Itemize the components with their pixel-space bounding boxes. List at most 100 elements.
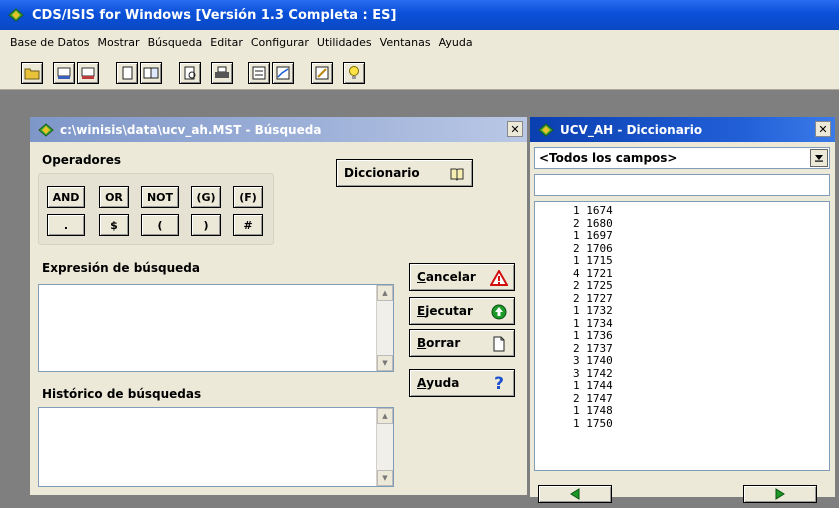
preview-button[interactable] <box>179 62 201 84</box>
cancel-hotkey: C <box>417 270 426 284</box>
scroll-down-icon[interactable]: ▼ <box>377 355 393 371</box>
operator-truncation-button[interactable]: $ <box>99 214 129 236</box>
operator-close-paren-button[interactable]: ) <box>191 214 221 236</box>
operator-not-button[interactable]: NOT <box>141 186 179 208</box>
operator-field-button[interactable]: (F) <box>233 186 263 208</box>
help-tip-button[interactable] <box>343 62 365 84</box>
app-title-bar[interactable]: CDS/ISIS for Windows [Versión 1.3 Comple… <box>0 0 839 30</box>
chart-button[interactable] <box>272 62 294 84</box>
menu-ventanas[interactable]: Ventanas <box>380 36 431 49</box>
term-value: 1734 <box>586 316 613 330</box>
scroll-down-icon[interactable]: ▼ <box>377 470 393 486</box>
menu-mostrar[interactable]: Mostrar <box>98 36 140 49</box>
chevron-down-icon <box>815 155 823 162</box>
close-icon: ✕ <box>818 122 828 136</box>
scroll-up-icon[interactable]: ▲ <box>377 408 393 424</box>
question-icon: ? <box>494 374 504 394</box>
next-page-button[interactable] <box>743 485 817 503</box>
term-value: 1750 <box>586 416 613 430</box>
term-value: 1740 <box>586 354 613 367</box>
dictionary-window: UCV_AH - Diccionario ✕ <Todos los campos… <box>530 117 835 503</box>
term-count: 3 <box>573 354 580 367</box>
dictionary-term-list[interactable]: 1 1674 2 1680 1 1697 2 1706 1 1715 4 1721 2 17… <box>534 201 830 471</box>
lightbulb-icon <box>349 66 359 79</box>
term-value: 1674 <box>586 204 613 217</box>
operator-open-paren-button[interactable]: ( <box>141 214 179 236</box>
dictionary-search-input[interactable] <box>534 174 830 196</box>
operators-label: Operadores <box>42 153 121 167</box>
term-count: 4 <box>573 266 580 280</box>
form-icon <box>252 66 266 80</box>
term-value: 1715 <box>586 254 613 267</box>
expression-scrollbar[interactable]: ▲ ▼ <box>376 285 393 371</box>
warning-icon <box>490 269 508 287</box>
search-history-list[interactable]: ▲ ▼ <box>38 407 394 487</box>
search-window-title: c:\winisis\data\ucv_ah.MST - Búsqueda <box>60 122 322 137</box>
form-button[interactable] <box>248 62 270 84</box>
cancel-button[interactable]: Cancelar <box>409 263 515 291</box>
menu-configurar[interactable]: Configurar <box>251 36 309 49</box>
browse-button[interactable] <box>140 62 162 84</box>
history-scrollbar[interactable]: ▲ ▼ <box>376 408 393 486</box>
menu-utilidades[interactable]: Utilidades <box>317 36 372 49</box>
export-txt-button[interactable] <box>53 62 75 84</box>
term-count: 1 <box>573 416 580 430</box>
page-icon <box>122 66 133 80</box>
export-rtf-button[interactable] <box>77 62 99 84</box>
open-folder-button[interactable] <box>21 62 43 84</box>
term-value: 1737 <box>586 341 613 355</box>
menu-editar[interactable]: Editar <box>210 36 243 49</box>
operator-hash-button[interactable]: # <box>233 214 263 236</box>
term-count: 1 <box>573 316 580 330</box>
edit-button[interactable] <box>311 62 333 84</box>
blank-page-icon <box>490 335 508 353</box>
search-expression-input[interactable]: ▲ ▼ <box>38 284 394 372</box>
clear-button[interactable]: Borrar <box>409 329 515 357</box>
operator-or-button[interactable]: OR <box>99 186 129 208</box>
dictionary-window-close-button[interactable]: ✕ <box>815 121 831 137</box>
dictionary-term-row[interactable]: 1 1750 <box>573 416 829 431</box>
dictionary-window-title: UCV_AH - Diccionario <box>560 122 703 137</box>
cancel-label: ancelar <box>425 270 476 284</box>
help-button[interactable]: Ayuda ? <box>409 369 515 397</box>
arrow-right-icon <box>775 488 785 500</box>
operator-group-button[interactable]: (G) <box>191 186 221 208</box>
field-selector[interactable]: <Todos los campos> <box>534 147 830 169</box>
search-window-title-bar[interactable]: c:\winisis\data\ucv_ah.MST - Búsqueda ✕ <box>30 117 527 142</box>
folder-icon <box>24 68 40 80</box>
term-value: 1727 <box>586 291 613 305</box>
execute-button[interactable]: Ejecutar <box>409 297 515 325</box>
dictionary-window-title-bar[interactable]: UCV_AH - Diccionario ✕ <box>530 117 835 142</box>
clear-hotkey: B <box>417 336 427 350</box>
dictionary-button-label: Diccionario <box>344 166 420 180</box>
records-icon <box>143 67 159 79</box>
display-button[interactable] <box>116 62 138 84</box>
term-value: 1742 <box>586 366 613 380</box>
operator-dot-button[interactable]: . <box>47 214 85 236</box>
menu-ayuda[interactable]: Ayuda <box>439 36 473 49</box>
scroll-up-icon[interactable]: ▲ <box>377 285 393 301</box>
search-window: c:\winisis\data\ucv_ah.MST - Búsqueda ✕ … <box>30 117 527 495</box>
term-count: 1 <box>573 204 580 217</box>
print-button[interactable] <box>211 62 233 84</box>
term-count: 2 <box>573 391 580 405</box>
dictionary-button[interactable]: Diccionario <box>336 159 473 187</box>
term-value: 1725 <box>586 279 613 292</box>
close-icon: ✕ <box>510 122 520 136</box>
txt-icon <box>57 67 71 79</box>
operator-and-button[interactable]: AND <box>47 186 85 208</box>
term-value: 1706 <box>586 241 613 255</box>
previous-page-button[interactable] <box>538 485 612 503</box>
help-label: yuda <box>426 376 460 390</box>
term-count: 1 <box>573 229 580 242</box>
expression-label: Expresión de búsqueda <box>42 261 200 275</box>
term-value: 1697 <box>586 229 613 242</box>
menu-bar: Base de Datos Mostrar Búsqueda Editar Co… <box>0 30 839 54</box>
menu-base-de-datos[interactable]: Base de Datos <box>10 36 90 49</box>
search-window-close-button[interactable]: ✕ <box>507 121 523 137</box>
field-selector-dropdown-button[interactable] <box>810 149 828 167</box>
menu-busqueda[interactable]: Búsqueda <box>148 36 203 49</box>
term-value: 1747 <box>586 391 613 405</box>
history-label: Histórico de búsquedas <box>42 387 202 401</box>
preview-icon <box>184 66 196 80</box>
